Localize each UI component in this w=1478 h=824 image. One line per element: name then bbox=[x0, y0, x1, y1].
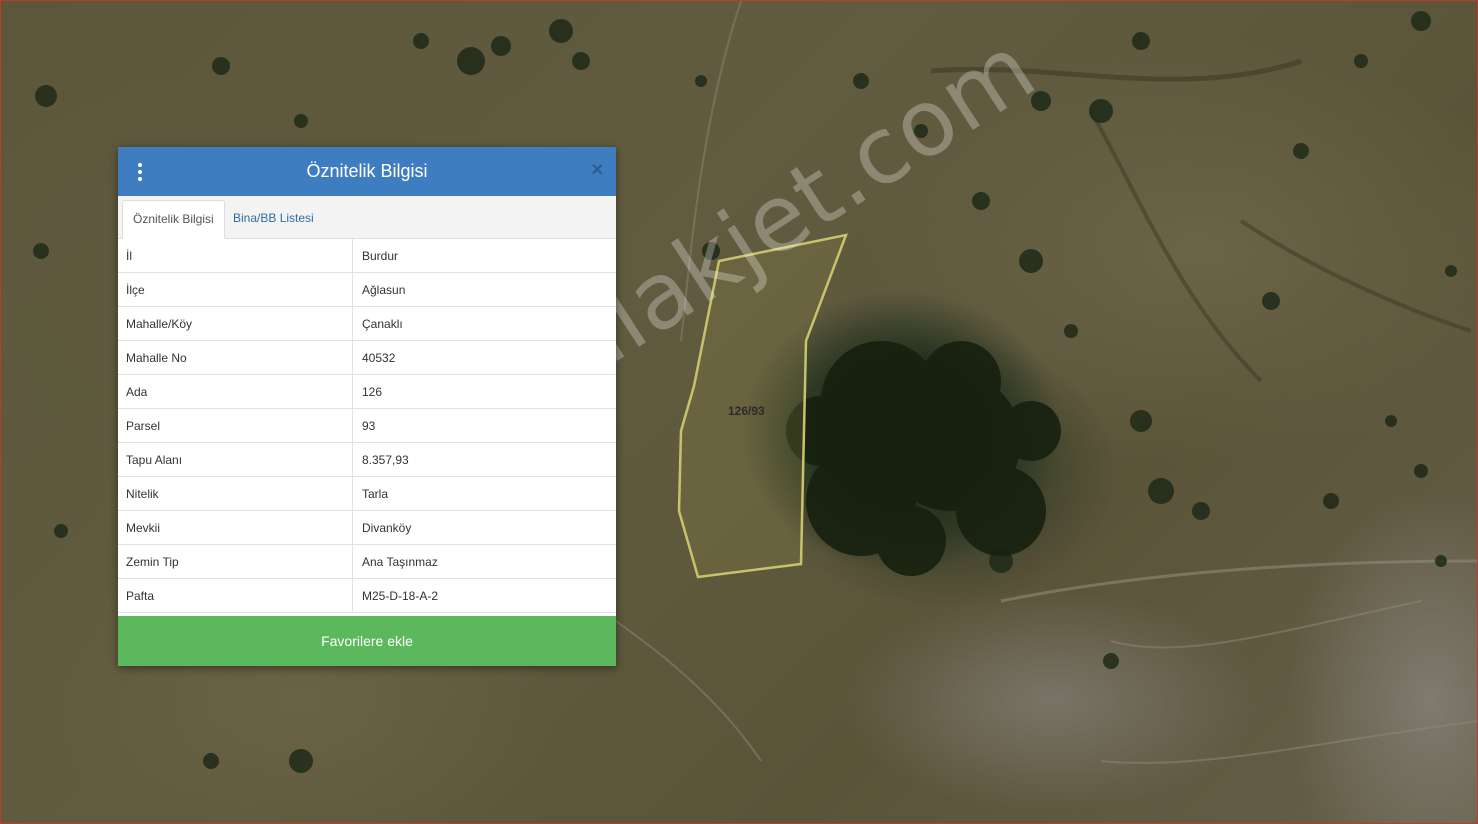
table-row: Parsel 93 bbox=[118, 408, 616, 443]
table-row: Pafta M25-D-18-A-2 bbox=[118, 578, 616, 613]
add-to-favorites-button[interactable]: Favorilere ekle bbox=[118, 616, 616, 666]
table-row: Nitelik Tarla bbox=[118, 476, 616, 511]
vertical-dots-icon[interactable] bbox=[136, 163, 144, 181]
table-row: Mahalle/Köy Çanaklı bbox=[118, 306, 616, 341]
row-value: 93 bbox=[352, 408, 616, 443]
attribute-table: İl Burdur İlçe Ağlasun Mahalle/Köy Çanaklı … bbox=[118, 239, 616, 613]
row-value: 126 bbox=[352, 374, 616, 409]
row-value: Burdur bbox=[352, 239, 616, 273]
map-viewport[interactable]: emlakjet.com 126/93 Öznitelik Bilgisi × … bbox=[0, 0, 1478, 824]
table-row: Mevkii Divanköy bbox=[118, 510, 616, 545]
row-key: Pafta bbox=[118, 578, 353, 613]
parcel-label[interactable]: 126/93 bbox=[728, 404, 765, 418]
table-row: Zemin Tip Ana Taşınmaz bbox=[118, 544, 616, 579]
row-value: M25-D-18-A-2 bbox=[352, 578, 616, 613]
tab-building-list[interactable]: Bina/BB Listesi bbox=[223, 200, 324, 237]
panel-title: Öznitelik Bilgisi bbox=[306, 161, 428, 181]
row-key: Mahalle/Köy bbox=[118, 306, 353, 341]
attribute-info-panel: Öznitelik Bilgisi × Öznitelik Bilgisi Bi… bbox=[118, 147, 616, 666]
row-key: Zemin Tip bbox=[118, 544, 353, 579]
table-row: Mahalle No 40532 bbox=[118, 340, 616, 375]
table-row: Tapu Alanı 8.357,93 bbox=[118, 442, 616, 477]
row-key: Ada bbox=[118, 374, 353, 409]
table-row: İlçe Ağlasun bbox=[118, 272, 616, 307]
row-key: İlçe bbox=[118, 272, 353, 307]
row-value: Ana Taşınmaz bbox=[352, 544, 616, 579]
table-row: İl Burdur bbox=[118, 239, 616, 273]
row-key: İl bbox=[118, 239, 353, 273]
close-icon[interactable]: × bbox=[591, 160, 603, 180]
row-value: Çanaklı bbox=[352, 306, 616, 341]
row-key: Parsel bbox=[118, 408, 353, 443]
row-value: Tarla bbox=[352, 476, 616, 511]
row-key: Tapu Alanı bbox=[118, 442, 353, 477]
row-value: Ağlasun bbox=[352, 272, 616, 307]
panel-tabs: Öznitelik Bilgisi Bina/BB Listesi bbox=[118, 196, 616, 239]
panel-header: Öznitelik Bilgisi × bbox=[118, 147, 616, 196]
row-value: 8.357,93 bbox=[352, 442, 616, 477]
row-value: Divanköy bbox=[352, 510, 616, 545]
row-key: Mevkii bbox=[118, 510, 353, 545]
row-key: Mahalle No bbox=[118, 340, 353, 375]
table-row: Ada 126 bbox=[118, 374, 616, 409]
row-key: Nitelik bbox=[118, 476, 353, 511]
row-value: 40532 bbox=[352, 340, 616, 375]
tab-attribute-info[interactable]: Öznitelik Bilgisi bbox=[122, 200, 225, 239]
